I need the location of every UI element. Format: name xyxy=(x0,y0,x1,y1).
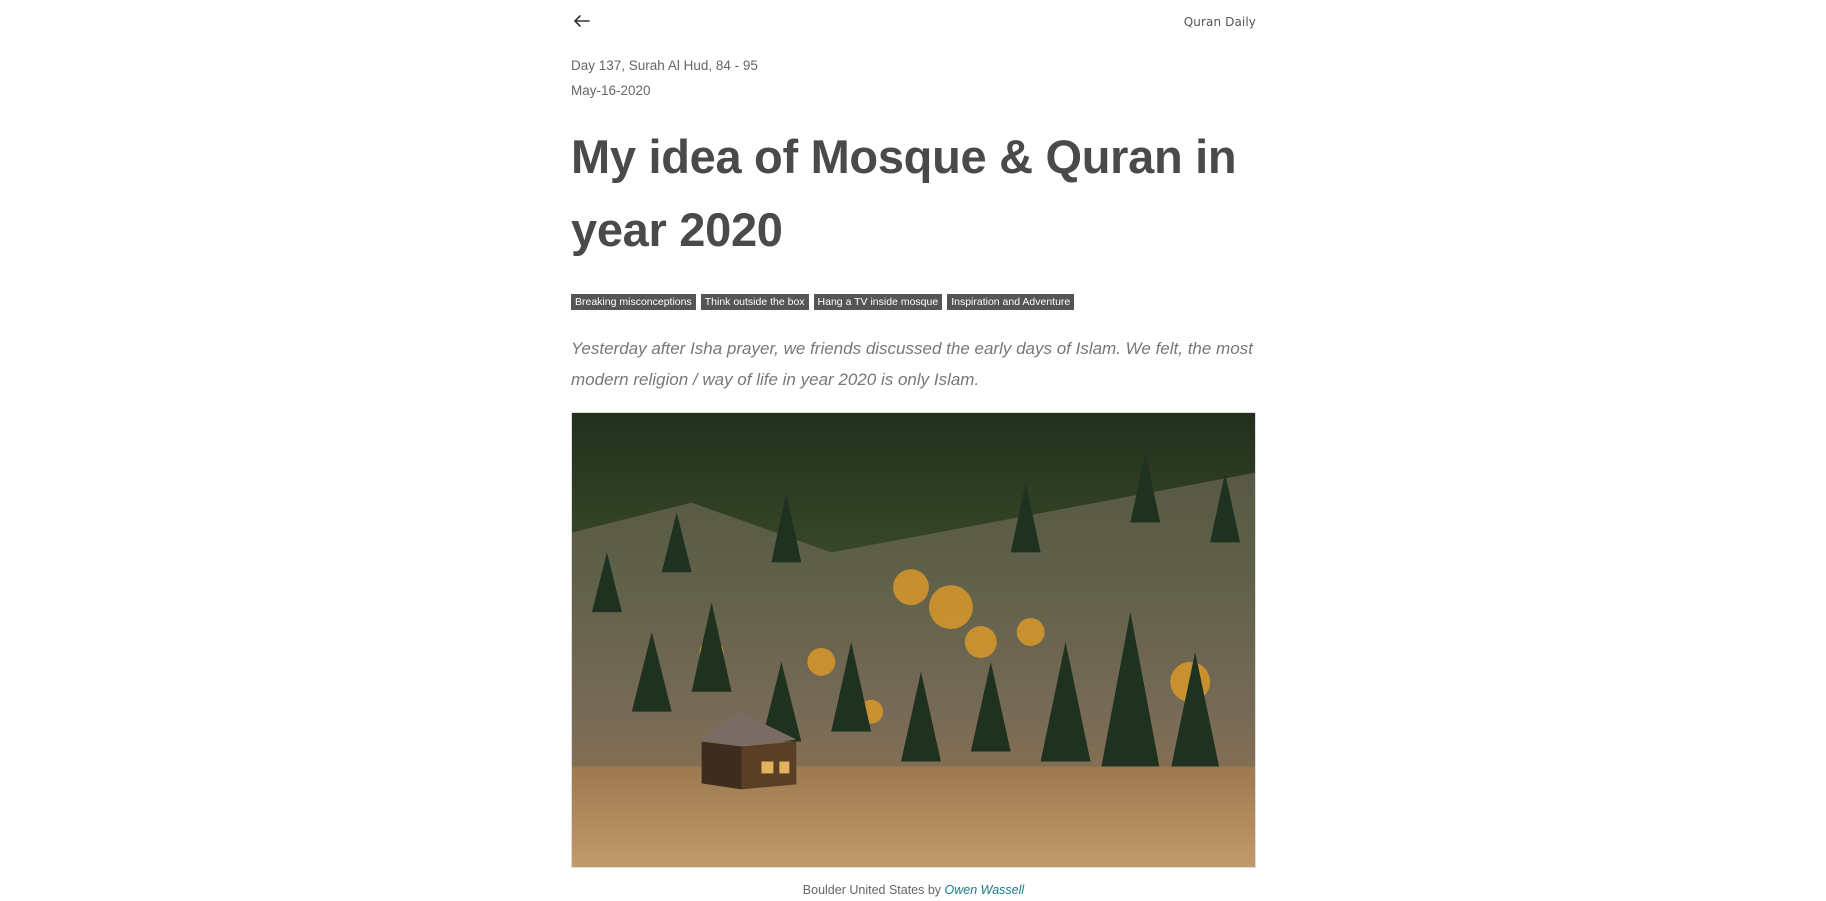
post-intro: Yesterday after Isha prayer, we friends … xyxy=(571,339,1253,389)
post-date: May-16-2020 xyxy=(571,83,651,98)
photo-caption: Boulder United States by Owen Wassell xyxy=(571,883,1256,897)
post-photo xyxy=(571,412,1256,868)
tag[interactable]: Hang a TV inside mosque xyxy=(813,294,943,310)
article-column: Quran Daily Day 137, Surah Al Hud, 84 - … xyxy=(571,0,1256,897)
post-day-line: Day 137, Surah Al Hud, 84 - 95 xyxy=(571,58,758,73)
arrow-left-icon[interactable] xyxy=(571,10,593,32)
top-bar: Quran Daily xyxy=(571,0,1256,44)
tag[interactable]: Breaking misconceptions xyxy=(571,294,696,310)
tag[interactable]: Inspiration and Adventure xyxy=(947,294,1075,310)
tag-list: Breaking misconceptions Think outside th… xyxy=(571,294,1256,310)
post-title: My idea of Mosque & Quran in year 2020 xyxy=(571,130,1237,256)
tag[interactable]: Think outside the box xyxy=(700,294,809,310)
photo-author-link[interactable]: Owen Wassell xyxy=(945,883,1025,897)
brand-link[interactable]: Quran Daily xyxy=(1184,15,1256,29)
caption-prefix: Boulder United States by xyxy=(802,883,945,897)
